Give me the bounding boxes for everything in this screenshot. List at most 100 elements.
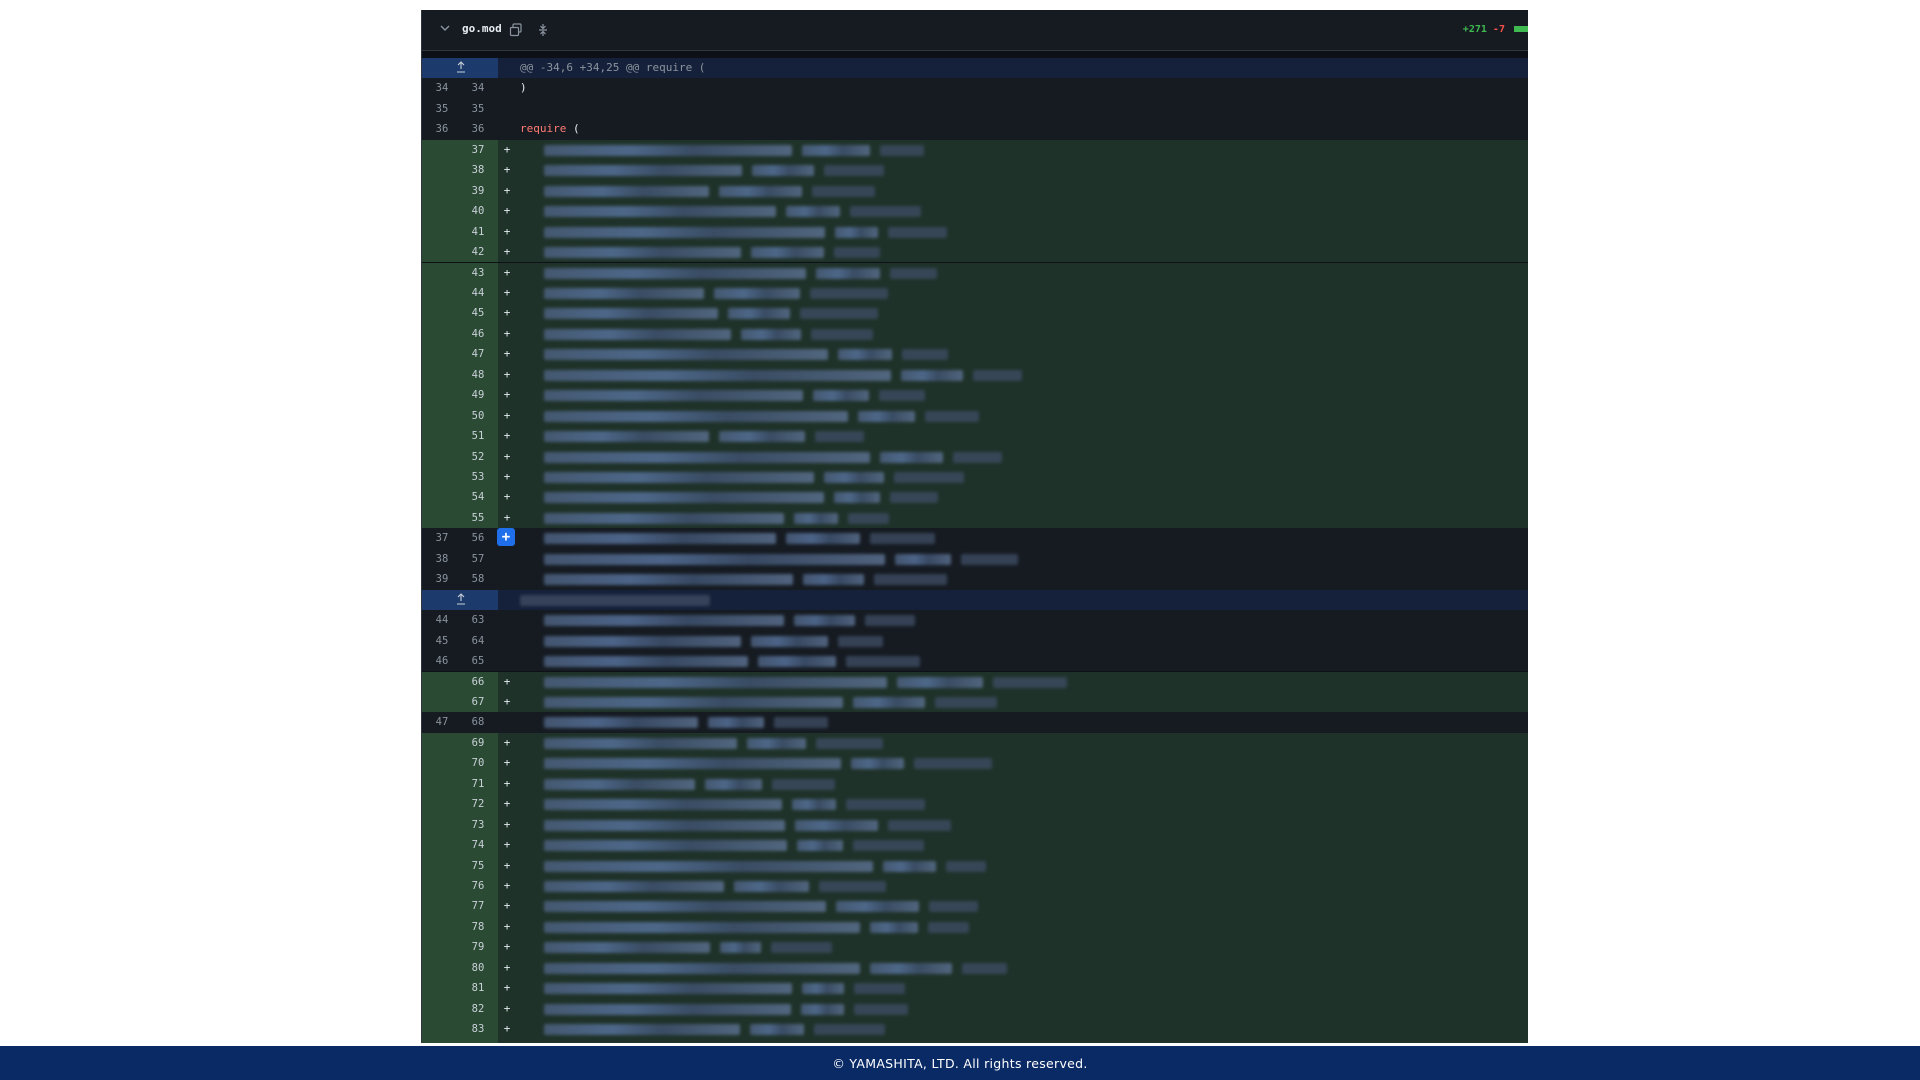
hunk-text: @@ -34,6 +34,25 @@ require ( (520, 61, 706, 74)
redacted-text (880, 144, 924, 156)
new-line-number[interactable]: 46 (458, 324, 498, 344)
new-line-number[interactable]: 53 (458, 467, 498, 487)
context-line: 46 65 (422, 651, 1528, 672)
added-line: 51 + (422, 426, 1528, 447)
new-line-number[interactable]: 37 (458, 140, 498, 160)
add-comment-button[interactable]: + (497, 528, 515, 547)
redacted-text (803, 574, 864, 586)
new-line-number[interactable]: 45 (458, 303, 498, 323)
context-line: 37 56 + (422, 528, 1528, 549)
old-line-number[interactable]: 44 (422, 610, 462, 630)
new-line-number[interactable]: 56 (458, 528, 498, 548)
new-line-number[interactable]: 34 (458, 78, 498, 98)
new-line-number[interactable]: 65 (458, 651, 498, 671)
new-line-number[interactable]: 38 (458, 160, 498, 180)
new-line-number[interactable]: 48 (458, 365, 498, 385)
redacted-text (544, 860, 873, 872)
new-line-number[interactable]: 64 (458, 631, 498, 651)
new-line-number[interactable]: 70 (458, 753, 498, 773)
new-line-number[interactable]: 63 (458, 610, 498, 630)
file-name[interactable]: go.mod (462, 22, 502, 35)
old-line-number[interactable]: 37 (422, 528, 462, 548)
redacted-text (544, 574, 793, 586)
new-line-number[interactable]: 80 (458, 958, 498, 978)
redacted-text (894, 472, 964, 483)
redacted-text (786, 206, 840, 218)
new-line-number[interactable]: 84 (458, 1040, 498, 1043)
new-line-number[interactable]: 74 (458, 835, 498, 855)
redacted-text (795, 819, 878, 831)
plus-sign: + (503, 899, 511, 913)
copyright-text: © YAMASHITA, LTD. All rights reserved. (832, 1055, 1088, 1071)
redacted-text (544, 492, 824, 504)
redacted-text (786, 533, 860, 545)
redacted-text (802, 983, 844, 995)
copy-icon[interactable] (509, 22, 523, 37)
added-line: 71 + (422, 773, 1528, 795)
added-line: 46 + (422, 323, 1528, 345)
new-line-number[interactable]: 66 (458, 672, 498, 692)
redacted-text (834, 492, 880, 504)
redacted-text (544, 962, 860, 974)
redacted-text (794, 512, 838, 524)
new-line-number[interactable]: 36 (458, 119, 498, 139)
old-line-number[interactable]: 46 (422, 651, 462, 671)
new-line-number[interactable]: 81 (458, 978, 498, 998)
new-line-number[interactable]: 52 (458, 447, 498, 467)
context-line: 38 57 (422, 548, 1528, 570)
new-line-number[interactable]: 58 (458, 569, 498, 589)
new-line-number[interactable]: 44 (458, 283, 498, 303)
footer: © YAMASHITA, LTD. All rights reserved. (0, 1046, 1920, 1080)
new-line-number[interactable]: 78 (458, 917, 498, 937)
old-line-number[interactable]: 47 (422, 712, 462, 732)
new-line-number[interactable]: 35 (458, 99, 498, 119)
added-line: 83 + (422, 1019, 1528, 1040)
new-line-number[interactable]: 76 (458, 876, 498, 896)
new-line-number[interactable]: 50 (458, 406, 498, 426)
context-line: 36 36 require ( (422, 119, 1528, 140)
expand-up-icon[interactable] (454, 592, 468, 607)
new-line-number[interactable]: 71 (458, 774, 498, 794)
new-line-number[interactable]: 68 (458, 712, 498, 732)
old-line-number[interactable]: 38 (422, 549, 462, 569)
new-line-number[interactable]: 42 (458, 242, 498, 262)
new-line-number[interactable]: 83 (458, 1019, 498, 1039)
context-line: 44 63 (422, 610, 1528, 631)
chevron-down-icon[interactable] (438, 22, 452, 36)
old-line-number[interactable]: 36 (422, 119, 462, 139)
old-line-number[interactable]: 45 (422, 631, 462, 651)
new-line-number[interactable]: 49 (458, 385, 498, 405)
new-line-number[interactable]: 54 (458, 487, 498, 507)
new-line-number[interactable]: 75 (458, 856, 498, 876)
old-line-number[interactable]: 39 (422, 569, 462, 589)
old-line-number[interactable]: 34 (422, 78, 462, 98)
expand-up-icon[interactable] (454, 61, 468, 75)
plus-sign: + (503, 163, 511, 177)
new-line-number[interactable]: 69 (458, 733, 498, 753)
new-line-number[interactable]: 77 (458, 896, 498, 916)
new-line-number[interactable]: 43 (458, 263, 498, 283)
old-line-number[interactable]: 35 (422, 99, 462, 119)
redacted-text (752, 165, 814, 177)
redacted-text (835, 226, 878, 238)
redacted-text (888, 226, 947, 238)
plus-sign: + (503, 183, 511, 197)
new-line-number[interactable]: 67 (458, 692, 498, 712)
plus-sign: + (503, 326, 511, 340)
new-line-number[interactable]: 57 (458, 549, 498, 569)
added-line: 80 + (422, 957, 1528, 979)
new-line-number[interactable]: 73 (458, 815, 498, 835)
plus-sign: + (503, 694, 511, 708)
new-line-number[interactable]: 79 (458, 937, 498, 957)
new-line-number[interactable]: 47 (458, 344, 498, 364)
new-line-number[interactable]: 51 (458, 426, 498, 446)
unfold-icon[interactable] (536, 22, 550, 36)
redacted-text (848, 512, 889, 524)
new-line-number[interactable]: 39 (458, 181, 498, 201)
new-line-number[interactable]: 72 (458, 794, 498, 814)
new-line-number[interactable]: 40 (458, 201, 498, 221)
plus-sign: + (503, 858, 511, 872)
new-line-number[interactable]: 41 (458, 222, 498, 242)
new-line-number[interactable]: 55 (458, 508, 498, 528)
new-line-number[interactable]: 82 (458, 999, 498, 1019)
